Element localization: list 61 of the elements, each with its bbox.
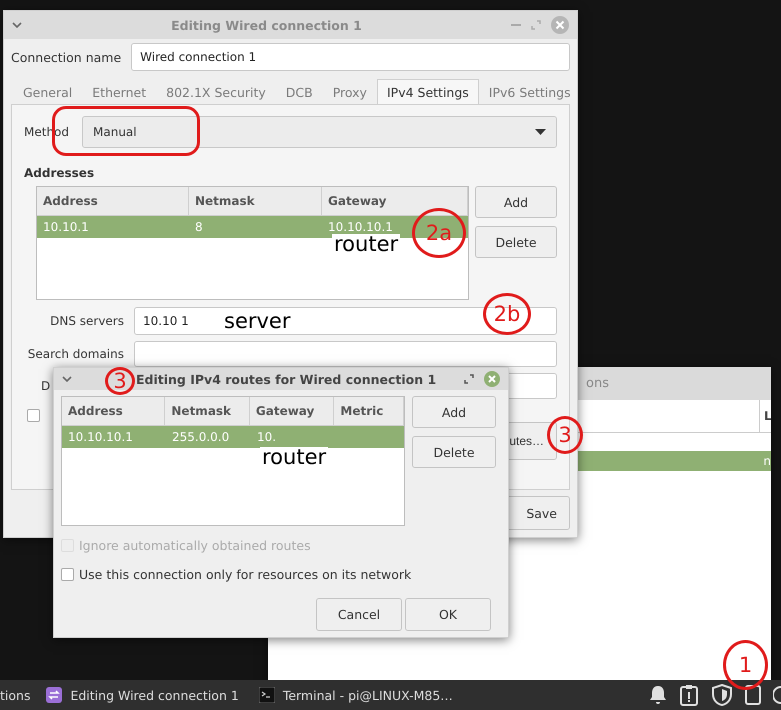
- tab[interactable]: IPv6 Settings: [478, 79, 581, 105]
- column-header[interactable]: L: [759, 400, 771, 432]
- network-settings-icon: [46, 687, 62, 703]
- table-cell-text: 8: [194, 219, 204, 236]
- column-header[interactable]: Netmask: [189, 187, 322, 215]
- field-label: Connection name: [11, 50, 122, 64]
- tab[interactable]: Proxy: [322, 79, 377, 105]
- table-cell-text: 10.: [256, 429, 276, 446]
- tab[interactable]: General: [13, 79, 82, 105]
- column-header[interactable]: Metric: [334, 397, 404, 425]
- tab[interactable]: 802.1X Security: [156, 79, 276, 105]
- annotation-marker: 3: [547, 416, 583, 454]
- tab[interactable]: Ethernet: [82, 79, 156, 105]
- annotation-marker: 1: [723, 640, 768, 690]
- shield-icon[interactable]: [711, 684, 733, 706]
- column-header[interactable]: Gateway: [322, 187, 468, 215]
- field-label: Search domains: [26, 347, 124, 361]
- table-cell: n: [763, 454, 771, 468]
- terminal-icon: [258, 687, 275, 703]
- column-header[interactable]: Netmask: [165, 397, 250, 425]
- chevron-down-icon[interactable]: [12, 22, 22, 28]
- dialog-button[interactable]: OK: [405, 598, 491, 631]
- tab[interactable]: DCB: [276, 79, 323, 105]
- connection-name-field[interactable]: Wired connection 1: [131, 43, 570, 71]
- dialog-button[interactable]: Cancel: [316, 598, 402, 631]
- dropdown-arrow-icon: [535, 129, 546, 135]
- clipboard-alert-icon[interactable]: [679, 684, 699, 706]
- table-cell-text: 10.10.10.1: [327, 219, 393, 236]
- table-button[interactable]: Delete: [475, 226, 557, 258]
- column-header[interactable]: Address: [62, 397, 166, 425]
- window-title: Editing IPv4 routes for Wired connection 1: [136, 372, 436, 386]
- taskbar-item[interactable]: Terminal - pi@LINUX-M85…: [248, 680, 463, 710]
- table-cell-text: 10.10.10.1: [67, 429, 134, 446]
- table-cell-text: 10.10.1: [42, 219, 90, 236]
- tab[interactable]: IPv4 Settings: [376, 79, 479, 105]
- window-icon[interactable]: [745, 685, 761, 705]
- close-icon[interactable]: [484, 371, 500, 387]
- field-label: D: [41, 379, 50, 393]
- table-button[interactable]: Delete: [412, 436, 496, 468]
- checkbox-label: Use this connection only for resources on its network: [79, 567, 412, 582]
- checkbox-label: Ignore automatically obtained routes: [79, 538, 311, 553]
- taskbar-item[interactable]: tions: [0, 680, 36, 710]
- checkbox[interactable]: [27, 409, 40, 422]
- checkbox[interactable]: [61, 568, 74, 581]
- section-heading: Addresses: [24, 166, 96, 180]
- table-button[interactable]: Add: [475, 186, 557, 218]
- chevron-down-icon[interactable]: [62, 376, 72, 382]
- table-cell-text: 255.0.0.0: [171, 429, 230, 446]
- window-title: Editing Wired connection 1: [170, 18, 363, 32]
- bell-icon[interactable]: [649, 685, 667, 705]
- method-dropdown[interactable]: Manual: [82, 116, 557, 148]
- field-label: DNS servers: [49, 314, 124, 328]
- taskbar-item[interactable]: Editing Wired connection 1: [36, 680, 249, 710]
- search-domains-field[interactable]: [134, 341, 557, 367]
- column-header[interactable]: Gateway: [250, 397, 334, 425]
- annotation-marker: 2b: [483, 293, 531, 335]
- maximize-icon[interactable]: [464, 374, 474, 384]
- table-button[interactable]: Add: [412, 396, 496, 428]
- annotation-marker: 3: [105, 367, 135, 395]
- column-header[interactable]: Address: [37, 187, 189, 215]
- window-title: ons: [586, 376, 609, 391]
